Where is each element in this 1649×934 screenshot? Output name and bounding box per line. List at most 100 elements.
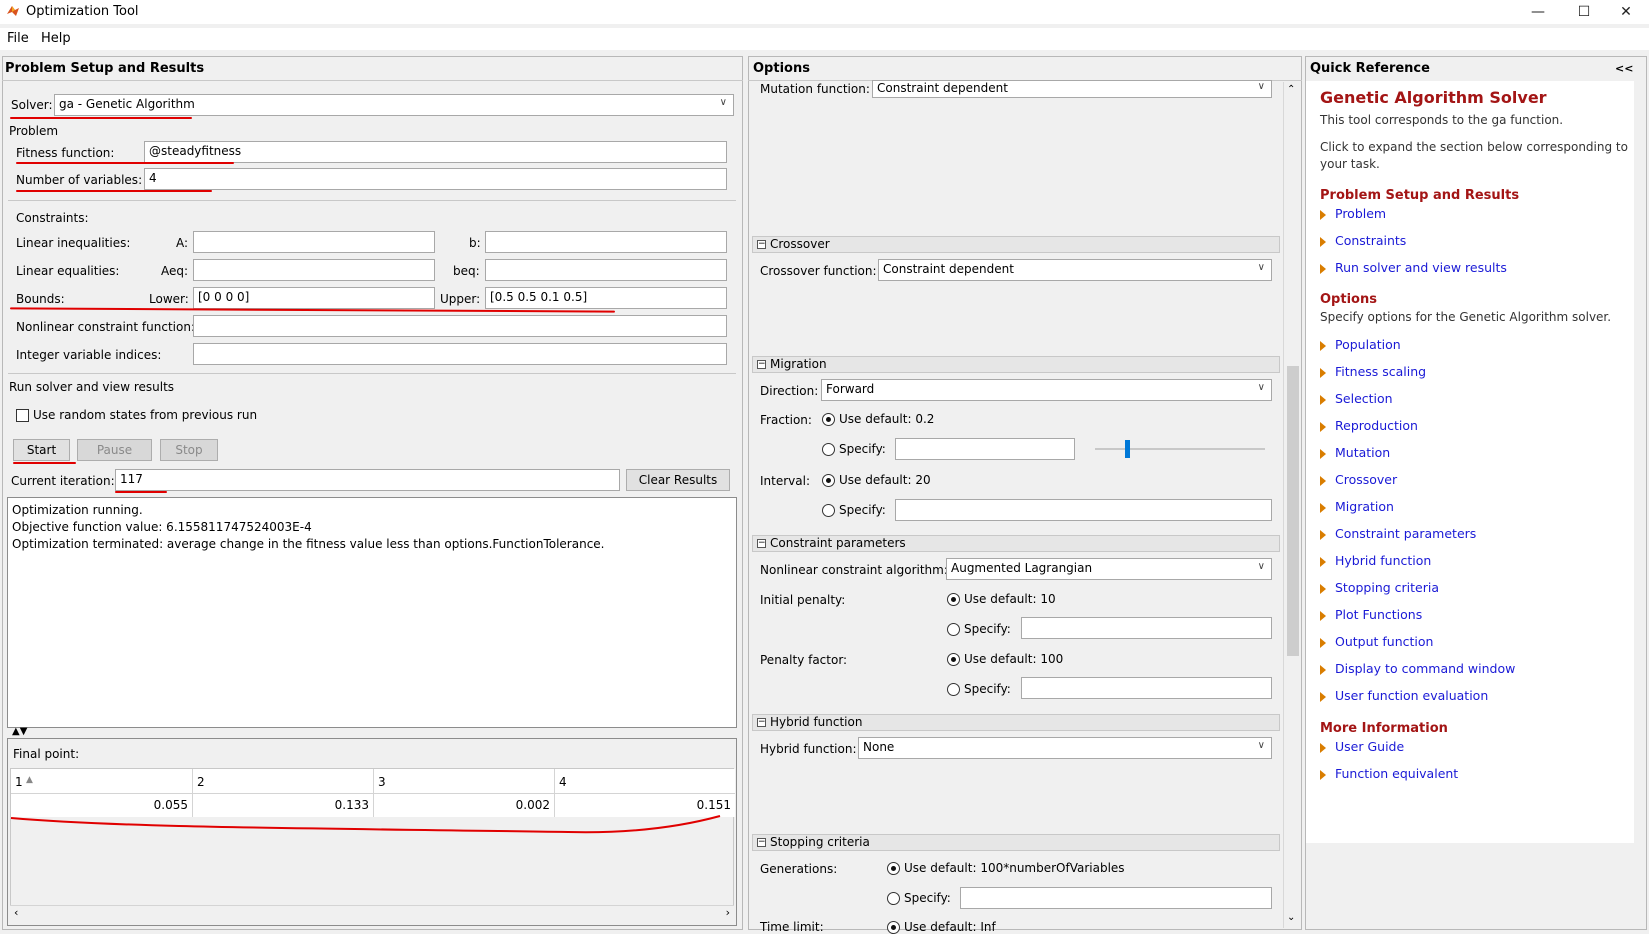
quickref-link[interactable]: Function equivalent bbox=[1335, 766, 1458, 781]
quickref-link[interactable]: Stopping criteria bbox=[1335, 580, 1439, 595]
quickref-link[interactable]: Hybrid function bbox=[1335, 553, 1431, 568]
random-states-checkbox[interactable] bbox=[16, 409, 29, 422]
direction-select[interactable]: Forward ∨ bbox=[821, 379, 1272, 401]
expand-arrow-icon[interactable] bbox=[1320, 557, 1326, 567]
expand-arrow-icon[interactable] bbox=[1320, 476, 1326, 486]
quickref-link[interactable]: User Guide bbox=[1335, 739, 1404, 754]
penalty-factor-input[interactable] bbox=[1021, 677, 1272, 699]
expand-arrow-icon[interactable] bbox=[1320, 503, 1326, 513]
initial-penalty-input[interactable] bbox=[1021, 617, 1272, 639]
expand-arrow-icon[interactable] bbox=[1320, 210, 1326, 220]
quickref-link[interactable]: Output function bbox=[1335, 634, 1433, 649]
fraction-specify-radio[interactable] bbox=[822, 443, 835, 456]
quickref-link[interactable]: Fitness scaling bbox=[1335, 364, 1426, 379]
solver-select[interactable]: ga - Genetic Algorithm ∨ bbox=[54, 94, 734, 116]
nlc-algorithm-select[interactable]: Augmented Lagrangian ∨ bbox=[946, 558, 1272, 580]
scroll-left-icon[interactable]: ‹ bbox=[14, 906, 18, 919]
quickref-link[interactable]: Run solver and view results bbox=[1335, 260, 1507, 275]
b-input[interactable] bbox=[485, 231, 727, 253]
fitness-input[interactable]: @steadyfitness bbox=[144, 141, 727, 163]
scroll-right-icon[interactable]: › bbox=[726, 906, 730, 919]
nonlin-constraint-input[interactable] bbox=[193, 315, 727, 337]
maximize-icon[interactable]: ☐ bbox=[1561, 0, 1607, 24]
crossover-section-header[interactable]: − Crossover bbox=[752, 236, 1280, 253]
quickref-link[interactable]: Constraints bbox=[1335, 233, 1406, 248]
expand-arrow-icon[interactable] bbox=[1320, 743, 1326, 753]
quickref-link[interactable]: Mutation bbox=[1335, 445, 1390, 460]
expand-arrow-icon[interactable] bbox=[1320, 584, 1326, 594]
quickref-link[interactable]: Display to command window bbox=[1335, 661, 1515, 676]
expand-arrow-icon[interactable] bbox=[1320, 422, 1326, 432]
a-input[interactable] bbox=[193, 231, 435, 253]
intvar-input[interactable] bbox=[193, 343, 727, 365]
table-header[interactable]: 2 bbox=[197, 775, 205, 789]
initial-penalty-default-radio[interactable] bbox=[947, 593, 960, 606]
menu-file[interactable]: File bbox=[7, 31, 29, 46]
beq-input[interactable] bbox=[485, 259, 727, 281]
crossover-select[interactable]: Constraint dependent ∨ bbox=[878, 259, 1272, 281]
generations-input[interactable] bbox=[960, 887, 1272, 909]
quickref-link[interactable]: User function evaluation bbox=[1335, 688, 1488, 703]
quickref-link[interactable]: Selection bbox=[1335, 391, 1393, 406]
expand-arrow-icon[interactable] bbox=[1320, 395, 1326, 405]
table-header[interactable]: 3 bbox=[378, 775, 386, 789]
quickref-link[interactable]: Reproduction bbox=[1335, 418, 1418, 433]
expand-arrow-icon[interactable] bbox=[1320, 770, 1326, 780]
minimize-icon[interactable]: — bbox=[1515, 0, 1561, 24]
stopping-section-header[interactable]: − Stopping criteria bbox=[752, 834, 1280, 851]
quickref-link[interactable]: Migration bbox=[1335, 499, 1394, 514]
interval-specify-input[interactable] bbox=[895, 499, 1272, 521]
quickref-link[interactable]: Constraint parameters bbox=[1335, 526, 1476, 541]
upper-input[interactable]: [0.5 0.5 0.1 0.5] bbox=[485, 287, 727, 309]
start-button[interactable]: Start bbox=[13, 439, 70, 461]
menu-help[interactable]: Help bbox=[41, 31, 71, 46]
collapse-icon[interactable]: − bbox=[757, 718, 766, 727]
mutation-select[interactable]: Constraint dependent ∨ bbox=[872, 80, 1272, 98]
scrollbar-thumb[interactable] bbox=[1287, 366, 1299, 656]
hybrid-section-header[interactable]: − Hybrid function bbox=[752, 714, 1280, 731]
slider-thumb[interactable] bbox=[1125, 440, 1130, 458]
generations-specify-radio[interactable] bbox=[887, 892, 900, 905]
lower-input[interactable]: [0 0 0 0] bbox=[193, 287, 435, 309]
migration-section-header[interactable]: − Migration bbox=[752, 356, 1280, 373]
penalty-factor-default-radio[interactable] bbox=[947, 653, 960, 666]
aeq-input[interactable] bbox=[193, 259, 435, 281]
expand-arrow-icon[interactable] bbox=[1320, 341, 1326, 351]
quickref-scrollbar[interactable] bbox=[1634, 81, 1646, 843]
quickref-link[interactable]: Plot Functions bbox=[1335, 607, 1422, 622]
collapse-icon[interactable]: − bbox=[757, 539, 766, 548]
time-limit-default-radio[interactable] bbox=[887, 921, 900, 934]
fraction-specify-input[interactable] bbox=[895, 438, 1075, 460]
splitter-arrows-icon[interactable]: ▲▼ bbox=[12, 727, 27, 737]
expand-arrow-icon[interactable] bbox=[1320, 530, 1326, 540]
close-icon[interactable]: ✕ bbox=[1603, 0, 1649, 24]
stop-button[interactable]: Stop bbox=[160, 439, 218, 461]
collapse-icon[interactable]: − bbox=[757, 838, 766, 847]
fraction-slider[interactable] bbox=[1095, 448, 1265, 450]
scroll-down-icon[interactable]: ⌄ bbox=[1287, 912, 1295, 923]
expand-arrow-icon[interactable] bbox=[1320, 638, 1326, 648]
options-scrollbar[interactable]: ⌃ ⌄ bbox=[1283, 82, 1301, 928]
expand-arrow-icon[interactable] bbox=[1320, 237, 1326, 247]
collapse-icon[interactable]: − bbox=[757, 240, 766, 249]
scroll-up-icon[interactable]: ⌃ bbox=[1287, 84, 1295, 95]
expand-arrow-icon[interactable] bbox=[1320, 264, 1326, 274]
penalty-factor-specify-radio[interactable] bbox=[947, 683, 960, 696]
constraint-params-section-header[interactable]: − Constraint parameters bbox=[752, 535, 1280, 552]
initial-penalty-specify-radio[interactable] bbox=[947, 623, 960, 636]
collapse-icon[interactable]: − bbox=[757, 360, 766, 369]
interval-specify-radio[interactable] bbox=[822, 504, 835, 517]
generations-default-radio[interactable] bbox=[887, 862, 900, 875]
table-header[interactable]: 1 bbox=[15, 775, 23, 789]
quickref-link[interactable]: Population bbox=[1335, 337, 1401, 352]
expand-arrow-icon[interactable] bbox=[1320, 665, 1326, 675]
expand-arrow-icon[interactable] bbox=[1320, 368, 1326, 378]
numvars-input[interactable]: 4 bbox=[144, 168, 727, 190]
expand-arrow-icon[interactable] bbox=[1320, 449, 1326, 459]
interval-default-radio[interactable] bbox=[822, 474, 835, 487]
clear-results-button[interactable]: Clear Results bbox=[626, 469, 730, 491]
hybrid-select[interactable]: None ∨ bbox=[858, 737, 1272, 759]
fraction-default-radio[interactable] bbox=[822, 413, 835, 426]
horizontal-scrollbar[interactable]: ‹ › bbox=[10, 905, 734, 921]
pause-button[interactable]: Pause bbox=[77, 439, 152, 461]
